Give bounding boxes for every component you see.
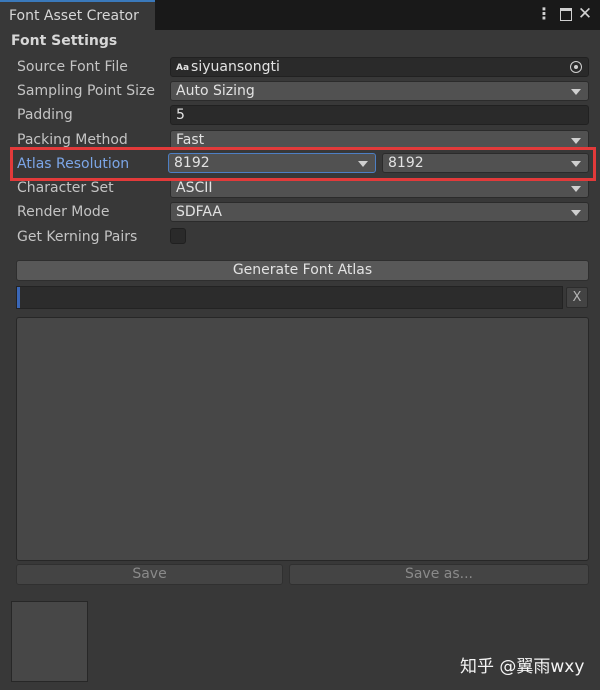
sampling-point-size-value: Auto Sizing [176,83,255,99]
tab-title: Font Asset Creator [9,8,139,24]
sampling-point-size-label: Sampling Point Size [17,83,155,99]
render-mode-dropdown[interactable]: SDFAA [170,202,589,222]
character-set-value: ASCII [176,180,213,196]
maximize-icon[interactable] [560,0,573,30]
atlas-thumbnail [11,601,88,682]
source-font-file-label: Source Font File [17,59,128,75]
render-mode-label: Render Mode [17,204,110,220]
padding-label: Padding [17,107,73,123]
dropdown-arrow-icon [571,138,581,144]
get-kerning-pairs-checkbox[interactable] [170,228,186,244]
render-mode-value: SDFAA [176,204,222,220]
progress-bar [16,286,563,309]
dropdown-arrow-icon [571,210,581,216]
close-icon[interactable]: ✕ [576,0,594,30]
font-asset-icon: Aa [176,63,190,73]
save-as-button[interactable]: Save as... [289,564,589,585]
source-font-file-value: siyuansongti [191,59,280,75]
atlas-resolution-highlight [10,147,596,181]
atlas-preview-area [16,317,589,561]
padding-input[interactable]: 5 [170,105,589,125]
packing-method-value: Fast [176,132,205,148]
progress-bar-edge [17,287,20,308]
padding-value: 5 [176,107,185,123]
save-button[interactable]: Save [16,564,283,585]
dropdown-arrow-icon [571,89,581,95]
object-picker-icon[interactable] [570,61,582,73]
watermark-text: 知乎 @翼雨wxy [460,657,585,677]
window-menu-icon[interactable]: ⋮ [536,0,552,30]
get-kerning-pairs-label: Get Kerning Pairs [17,229,138,245]
dropdown-arrow-icon [571,186,581,192]
clear-button[interactable]: X [566,287,588,308]
window-tab-bar: Font Asset Creator ⋮ ✕ [0,0,600,30]
character-set-label: Character Set [17,180,114,196]
tab-font-asset-creator[interactable]: Font Asset Creator [0,0,155,30]
section-title: Font Settings [11,33,118,49]
source-font-file-field[interactable]: Aa siyuansongti [170,57,589,77]
character-set-dropdown[interactable]: ASCII [170,178,589,198]
sampling-point-size-dropdown[interactable]: Auto Sizing [170,81,589,101]
generate-font-atlas-button[interactable]: Generate Font Atlas [16,260,589,281]
